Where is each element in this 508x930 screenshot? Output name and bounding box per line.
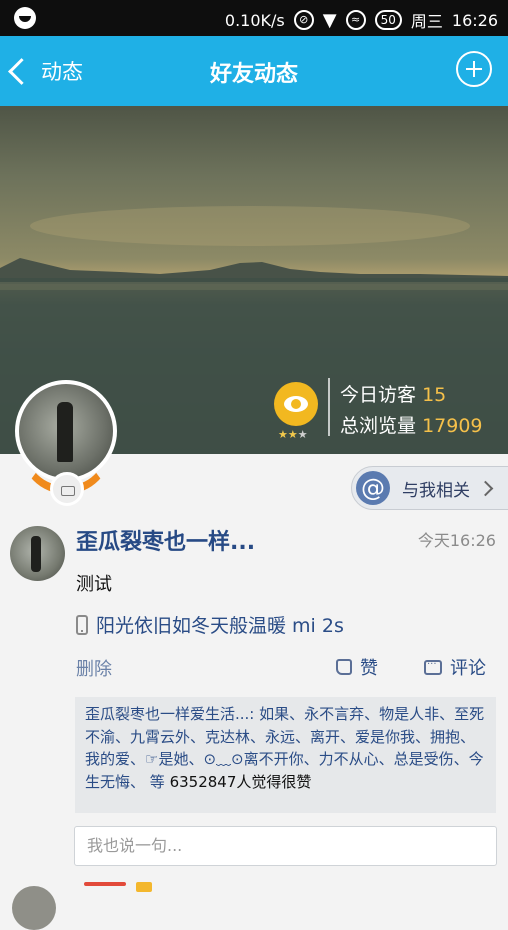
total-views-label: 总浏览量: [340, 415, 417, 437]
chevron-right-icon: [477, 480, 494, 496]
visitor-rating-stars: ★★★: [278, 428, 308, 441]
visitor-eye-icon[interactable]: [274, 382, 318, 426]
title-bar: 动态 好友动态: [0, 36, 508, 106]
next-post-tag-icon: [136, 882, 152, 892]
post-content: 测试: [76, 574, 112, 595]
comment-button[interactable]: 评论: [424, 654, 486, 680]
total-views-count: 17909: [422, 415, 483, 437]
battery-level: 50: [374, 10, 402, 30]
post-timestamp: 今天16:26: [417, 531, 496, 550]
comment-icon: [424, 656, 442, 675]
profile-avatar[interactable]: [15, 380, 117, 482]
avatar-figure: [57, 402, 73, 462]
delete-button[interactable]: 删除: [76, 655, 112, 681]
total-views[interactable]: 总浏览量 17909: [340, 411, 483, 438]
comment-label: 评论: [450, 658, 486, 679]
weekday: 周三: [410, 12, 443, 31]
eye-pupil: [291, 399, 301, 409]
phone-icon: [76, 614, 88, 635]
likes-count: 6352847人觉得很赞: [169, 772, 312, 791]
stats-divider: [328, 378, 330, 436]
signal-icon: ≈: [345, 10, 366, 30]
next-post-author[interactable]: [84, 882, 126, 886]
at-icon: @: [356, 471, 390, 505]
mute-icon: ⊘: [293, 10, 314, 30]
star-icon: ★: [287, 428, 298, 441]
today-visitors[interactable]: 今日访客 15: [340, 380, 446, 407]
star-empty-icon: ★: [297, 428, 308, 441]
status-indicators: 0.10K/s ⊘ ▼ ≈ 50 周三 16:26: [225, 8, 498, 32]
device-label: 阳光依旧如冬天般温暖 mi 2s: [96, 615, 344, 637]
clock: 16:26: [451, 10, 498, 30]
avatar-figure: [31, 536, 41, 572]
likes-summary[interactable]: 歪瓜裂枣也一样爱生活...: 如果、永不言弃、物是人非、至死不渝、九霄云外、克达…: [75, 697, 496, 813]
post-author-name[interactable]: 歪瓜裂枣也一样...: [76, 524, 255, 556]
app-notification-icon: [14, 7, 36, 29]
vip-badge-icon[interactable]: [50, 472, 84, 506]
star-icon: ★: [278, 428, 288, 441]
like-label: 赞: [360, 658, 378, 679]
page-title: 好友动态: [209, 62, 298, 87]
next-post-peek: [0, 880, 508, 930]
today-visitors-label: 今日访客: [340, 384, 417, 406]
related-to-me-button[interactable]: @ 与我相关: [351, 466, 508, 510]
wifi-icon: ▼: [322, 9, 337, 31]
related-label: 与我相关: [402, 480, 470, 501]
thumbs-up-icon: [336, 659, 352, 675]
reply-input[interactable]: 我也说一句...: [74, 826, 497, 866]
like-button[interactable]: 赞: [336, 654, 378, 680]
status-bar: 0.10K/s ⊘ ▼ ≈ 50 周三 16:26: [0, 0, 508, 36]
post-device-info: 阳光依旧如冬天般温暖 mi 2s: [76, 611, 344, 638]
add-post-button[interactable]: [456, 51, 492, 87]
post-author-avatar[interactable]: [10, 526, 65, 581]
network-speed: 0.10K/s: [224, 10, 285, 30]
today-visitors-count: 15: [422, 384, 447, 406]
